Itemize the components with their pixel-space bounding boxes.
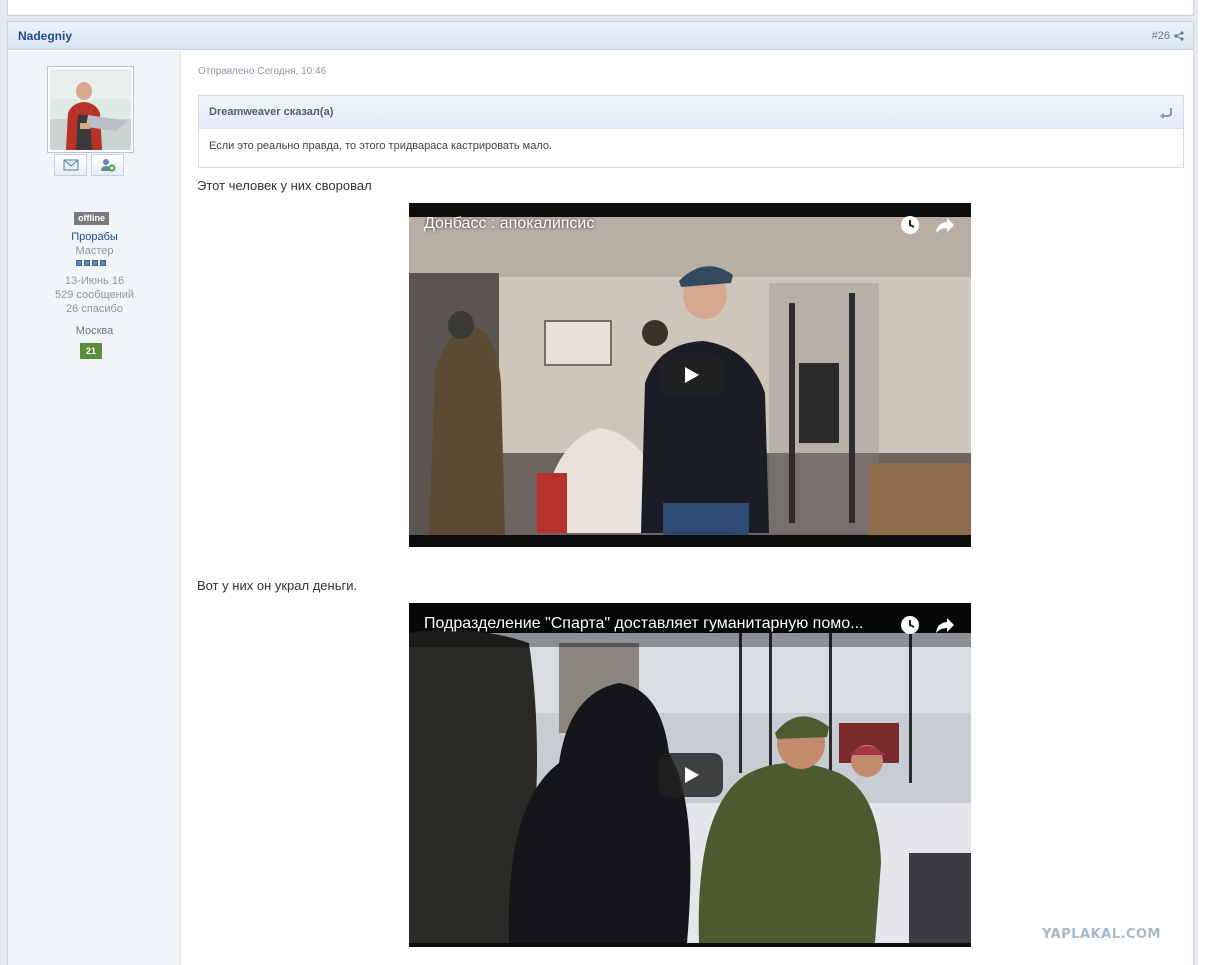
post-date: Отправлено Сегодня, 10:46 [198,66,327,77]
post-body: offline Прорабы Мастер 13-Июнь 16 529 со… [8,51,1193,965]
video-controls [900,215,955,235]
post-text-line: Вот у них он украл деньги. [197,578,358,593]
user-post-count: 529 сообщений [55,289,134,301]
send-message-button[interactable] [54,154,87,176]
user-add-icon [100,159,115,172]
clock-icon[interactable] [900,615,920,635]
page-edge [1198,0,1205,965]
quote-header: Dreamweaver сказал(а) [199,96,1183,129]
user-city: Москва [75,325,114,337]
post-header: Nadegniy #26 [8,22,1193,50]
avatar[interactable] [47,66,134,153]
play-icon [685,767,699,783]
previous-post-edge [7,0,1194,16]
reputation-badge[interactable]: 21 [80,343,102,359]
user-joined-date: 13-Июнь 16 [64,275,125,287]
rank-pip [76,260,82,266]
site-watermark: YAPLAKAL.COM [1042,927,1161,942]
user-rank: Мастер [75,245,114,257]
share-arrow-icon[interactable] [935,215,955,235]
play-icon [685,367,699,383]
video-title[interactable]: Подразделение "Спарта" доставляет гумани… [424,615,894,633]
clock-icon[interactable] [900,215,920,235]
rank-pip [100,260,106,266]
forum-page: Nadegniy #26 offline Прорабы Мастер 13-И… [0,0,1205,965]
add-friend-button[interactable] [91,154,124,176]
rank-pip [84,260,90,266]
video-embed[interactable]: Донбасс : апокалипсис [409,203,971,547]
rank-pips [76,260,106,266]
forum-post: Nadegniy #26 offline Прорабы Мастер 13-И… [7,21,1194,965]
user-thanks-count: 26 спасибо [66,303,123,315]
rank-pip [92,260,98,266]
reply-arrow-icon[interactable] [1159,106,1173,118]
author-name-link[interactable]: Nadegniy [18,29,72,43]
status-badge: offline [74,212,109,225]
post-number[interactable]: #26 [1152,30,1170,42]
user-actions [54,154,124,176]
user-group-link[interactable]: Прорабы [8,231,181,243]
user-info-panel: offline Прорабы Мастер 13-Июнь 16 529 со… [8,51,181,965]
play-button[interactable] [659,353,723,397]
quote-block: Dreamweaver сказал(а) Если это реально п… [198,95,1184,168]
video-embed[interactable]: Подразделение "Спарта" доставляет гумани… [409,603,971,947]
post-text-line: Этот человек у них своровал [197,178,372,193]
post-content: Отправлено Сегодня, 10:46 Dreamweaver ск… [197,51,1184,965]
video-controls [900,615,955,635]
quote-text: Если это реально правда, то этого тридва… [209,140,553,152]
share-arrow-icon[interactable] [935,615,955,635]
post-number-link[interactable]: #26 [1152,30,1184,42]
play-button[interactable] [659,753,723,797]
quote-author: Dreamweaver сказал(а) [209,106,334,118]
video-title[interactable]: Донбасс : апокалипсис [424,215,894,233]
share-icon[interactable] [1174,30,1184,41]
envelope-icon [63,159,78,171]
